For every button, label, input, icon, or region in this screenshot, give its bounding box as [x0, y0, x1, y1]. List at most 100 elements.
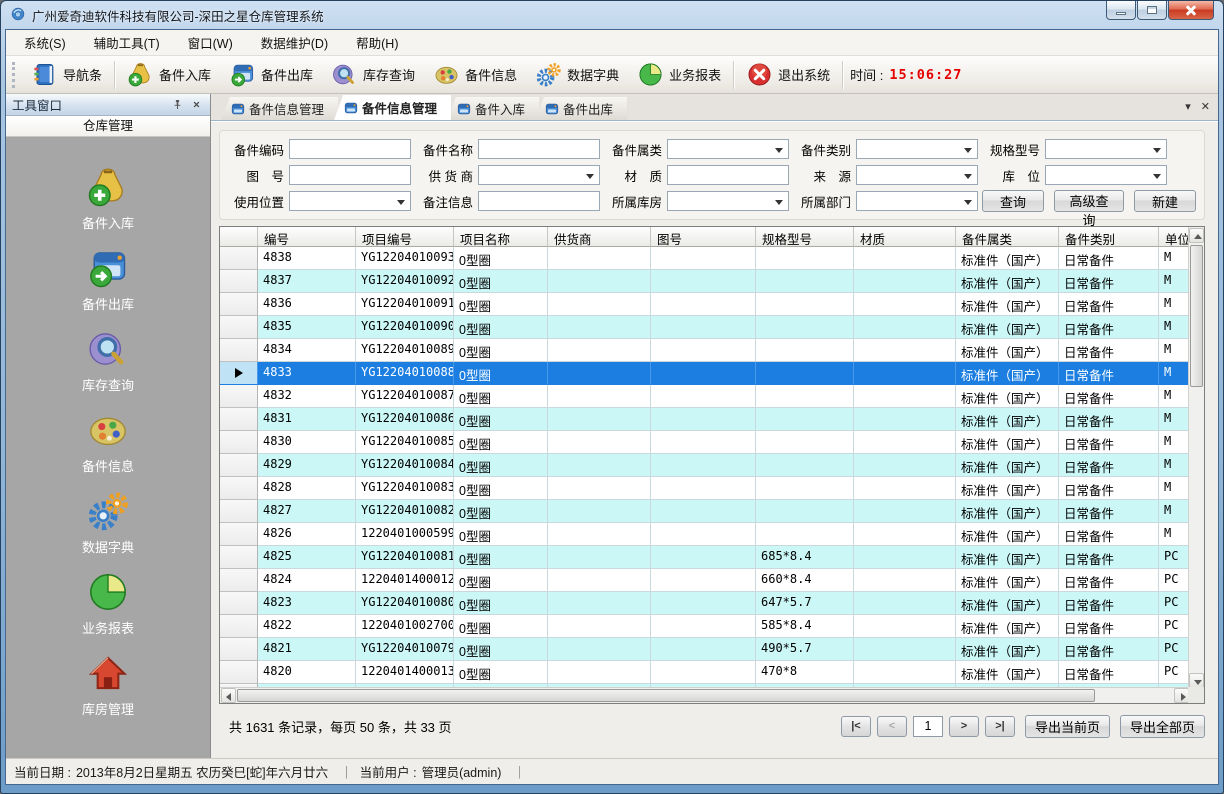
department-select[interactable] [856, 191, 978, 211]
spec-model-select[interactable] [1045, 139, 1167, 159]
table-row[interactable]: 4837YG122040100920型圈标准件（国产）日常备件M [220, 270, 1204, 293]
toolbar-business-report-button[interactable]: 业务报表 [628, 58, 730, 92]
toolbar-data-dict-button[interactable]: 数据字典 [526, 58, 628, 92]
menu-help[interactable]: 帮助(H) [342, 29, 412, 56]
scroll-down-icon[interactable] [1189, 673, 1204, 688]
column-header-10[interactable]: 单位 [1159, 227, 1189, 247]
tab-parts-info-mgmt-2[interactable]: 备件信息管理 [334, 95, 451, 120]
part-name-field[interactable] [478, 139, 600, 159]
tab-stock-out[interactable]: 备件出库 [535, 97, 627, 120]
sidebar-item-inventory-query[interactable]: 库存查询 [48, 327, 168, 394]
sidebar-close-button[interactable] [188, 97, 204, 113]
pin-button[interactable] [169, 97, 185, 113]
row-selector [220, 546, 258, 569]
table-row[interactable]: 4828YG122040100830型圈标准件（国产）日常备件M [220, 477, 1204, 500]
tab-stock-in[interactable]: 备件入库 [447, 97, 539, 120]
scroll-right-icon[interactable] [1174, 688, 1189, 703]
next-page-button[interactable]: > [949, 716, 979, 737]
tab-list-dropdown-icon[interactable]: ▾ [1185, 100, 1191, 114]
table-row[interactable]: 4827YG122040100820型圈标准件（国产）日常备件M [220, 500, 1204, 523]
menu-data-maintenance[interactable]: 数据维护(D) [247, 29, 342, 56]
table-row[interactable]: 4835YG122040100900型圈标准件（国产）日常备件M [220, 316, 1204, 339]
maximize-button[interactable] [1137, 1, 1167, 20]
source-select[interactable] [856, 165, 978, 185]
column-header-7[interactable]: 材质 [854, 227, 956, 247]
toolbar-stock-in-button[interactable]: 备件入库 [118, 58, 220, 92]
table-row[interactable]: 482612204010005990型圈标准件（国产）日常备件M [220, 523, 1204, 546]
part-type-select[interactable] [856, 139, 978, 159]
menu-window[interactable]: 窗口(W) [174, 29, 247, 56]
table-row[interactable]: 4838YG122040100930型圈标准件（国产）日常备件M [220, 247, 1204, 270]
table-row[interactable]: 4833YG122040100880型圈标准件（国产）日常备件M [220, 362, 1204, 385]
vertical-scroll-thumb[interactable] [1190, 245, 1203, 387]
toolbar-stock-out-button[interactable]: 备件出库 [220, 58, 322, 92]
advanced-query-button[interactable]: 高级查询 [1054, 190, 1124, 212]
table-row[interactable]: 4834YG122040100890型圈标准件（国产）日常备件M [220, 339, 1204, 362]
row-selector [220, 523, 258, 546]
query-button[interactable]: 查询 [982, 190, 1044, 212]
supplier-select[interactable] [478, 165, 600, 185]
sidebar-item-stock-out[interactable]: 备件出库 [48, 246, 168, 313]
part-code-field[interactable] [289, 139, 411, 159]
export-all-pages-button[interactable]: 导出全部页 [1120, 715, 1205, 738]
inventory-query-icon [86, 327, 130, 371]
menu-aux-tools[interactable]: 辅助工具(T) [80, 29, 174, 56]
location-select[interactable] [1045, 165, 1167, 185]
toolbar-exit-system-button[interactable]: 退出系统 [737, 58, 839, 92]
scroll-left-icon[interactable] [221, 688, 236, 703]
column-header-5[interactable]: 图号 [651, 227, 756, 247]
table-row[interactable]: 4823YG122040100800型圈647*5.7标准件（国产）日常备件PC [220, 592, 1204, 615]
material-field[interactable] [667, 165, 789, 185]
tab-close-icon[interactable]: ✕ [1201, 100, 1210, 114]
toolbar-parts-info-button[interactable]: 备件信息 [424, 58, 526, 92]
export-current-page-button[interactable]: 导出当前页 [1025, 715, 1110, 738]
close-button[interactable] [1168, 1, 1214, 20]
column-header-4[interactable]: 供货商 [548, 227, 651, 247]
horizontal-scroll-thumb[interactable] [237, 689, 1095, 702]
toolbar-inventory-query-button[interactable]: 库存查询 [322, 58, 424, 92]
vertical-scrollbar[interactable] [1188, 227, 1204, 689]
first-page-button[interactable]: |< [841, 716, 871, 737]
column-header-2[interactable]: 项目编号 [356, 227, 454, 247]
spec-model-label: 规格型号 [982, 140, 1040, 159]
table-row[interactable]: 4830YG122040100850型圈标准件（国产）日常备件M [220, 431, 1204, 454]
table-row[interactable]: 4832YG122040100870型圈标准件（国产）日常备件M [220, 385, 1204, 408]
table-row[interactable]: 4821YG122040100790型圈490*5.7标准件（国产）日常备件PC [220, 638, 1204, 661]
use-position-select[interactable] [289, 191, 411, 211]
table-row[interactable]: 4829YG122040100840型圈标准件（国产）日常备件M [220, 454, 1204, 477]
sidebar-item-stock-in[interactable]: 备件入库 [48, 165, 168, 232]
warehouse-select[interactable] [667, 191, 789, 211]
prev-page-button[interactable]: < [877, 716, 907, 737]
horizontal-scrollbar[interactable] [220, 687, 1190, 703]
minimize-button[interactable] [1106, 1, 1136, 20]
table-row[interactable]: 482012204014000130型圈470*8标准件（国产）日常备件PC [220, 661, 1204, 684]
grid-body: 4838YG122040100930型圈标准件（国产）日常备件M4837YG12… [220, 247, 1204, 689]
drawing-no-field[interactable] [289, 165, 411, 185]
table-row[interactable]: 4825YG122040100810型圈685*8.4标准件（国产）日常备件PC [220, 546, 1204, 569]
column-header-1[interactable]: 编号 [258, 227, 356, 247]
table-row[interactable]: 4836YG122040100910型圈标准件（国产）日常备件M [220, 293, 1204, 316]
new-button[interactable]: 新建 [1134, 190, 1196, 212]
scroll-up-icon[interactable] [1189, 228, 1204, 243]
tab-parts-info-mgmt-1[interactable]: 备件信息管理 [221, 97, 338, 120]
column-header-6[interactable]: 规格型号 [756, 227, 854, 247]
page-number-input[interactable] [913, 716, 943, 737]
sidebar-item-data-dict[interactable]: 数据字典 [48, 489, 168, 556]
table-row[interactable]: 482212204010027000型圈585*8.4标准件（国产）日常备件PC [220, 615, 1204, 638]
content-area: 备件信息管理备件信息管理备件入库备件出库 ▾ ✕ 备件编码备件名称备件属类备件类… [211, 94, 1218, 758]
table-row[interactable]: 4831YG122040100860型圈标准件（国产）日常备件M [220, 408, 1204, 431]
remark-field[interactable] [478, 191, 600, 211]
column-header-3[interactable]: 项目名称 [454, 227, 548, 247]
toolbar-grip[interactable] [12, 62, 16, 88]
column-header-8[interactable]: 备件属类 [956, 227, 1059, 247]
last-page-button[interactable]: >| [985, 716, 1015, 737]
column-header-9[interactable]: 备件类别 [1059, 227, 1159, 247]
part-class-select[interactable] [667, 139, 789, 159]
sidebar-item-warehouse-mgmt[interactable]: 库房管理 [48, 651, 168, 718]
sidebar-item-parts-info[interactable]: 备件信息 [48, 408, 168, 475]
menu-system[interactable]: 系统(S) [10, 29, 80, 56]
warehouse-group-header[interactable]: 仓库管理 [6, 116, 210, 137]
sidebar-item-business-report[interactable]: 业务报表 [48, 570, 168, 637]
table-row[interactable]: 482412204014000120型圈660*8.4标准件（国产）日常备件PC [220, 569, 1204, 592]
toolbar-nav-bar-button[interactable]: 导航条 [22, 58, 111, 92]
